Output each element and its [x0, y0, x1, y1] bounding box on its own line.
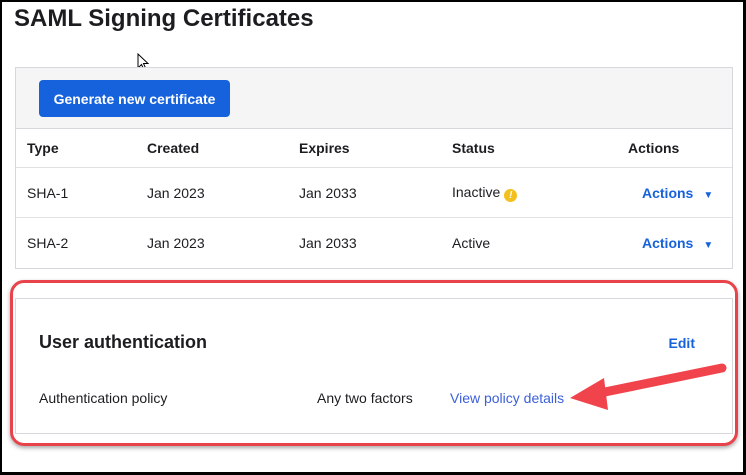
- caret-down-icon: ▼: [703, 189, 714, 201]
- cell-expires: Jan 2033: [299, 184, 357, 201]
- cell-status: Inactive!: [452, 183, 518, 202]
- col-type: Type: [27, 140, 59, 156]
- cell-type: SHA-2: [27, 235, 69, 251]
- policy-label: Authentication policy: [39, 390, 168, 406]
- cell-created: Jan 2023: [147, 184, 205, 201]
- actions-label: Actions: [642, 235, 694, 251]
- section-title: User authentication: [39, 332, 208, 352]
- table-header: Type Created Expires Status Actions: [16, 129, 732, 168]
- certificates-card: Generate new certificate Type Created Ex…: [15, 67, 733, 269]
- cell-status: Active: [452, 235, 491, 251]
- status-text: Inactive: [452, 183, 501, 200]
- actions-dropdown[interactable]: Actions ▼: [642, 235, 713, 251]
- policy-value: Any two factors: [317, 390, 413, 406]
- cell-expires: Jan 2033: [299, 235, 357, 251]
- view-policy-details-link[interactable]: View policy details: [450, 390, 564, 406]
- warning-icon: !: [504, 188, 518, 202]
- col-expires: Expires: [299, 140, 350, 156]
- edit-link[interactable]: Edit: [669, 335, 695, 351]
- table-row: SHA-2 Jan 2023 Jan 2033 Active Actions ▼: [16, 218, 732, 268]
- table-row: SHA-1 Jan 2023 Jan 2033 Inactive! Action…: [16, 168, 732, 218]
- col-created: Created: [147, 140, 200, 156]
- caret-down-icon: ▼: [703, 240, 714, 251]
- cell-created: Jan 2023: [147, 235, 205, 251]
- page-title: SAML Signing Certificates: [14, 5, 314, 32]
- actions-dropdown[interactable]: Actions ▼: [642, 185, 713, 201]
- col-status: Status: [452, 140, 495, 156]
- actions-label: Actions: [642, 184, 694, 201]
- cell-type: SHA-1: [27, 184, 69, 201]
- generate-certificate-button[interactable]: Generate new certificate: [39, 80, 230, 117]
- user-authentication-card: User authentication Edit Authentication …: [15, 298, 733, 434]
- col-actions: Actions: [628, 140, 680, 156]
